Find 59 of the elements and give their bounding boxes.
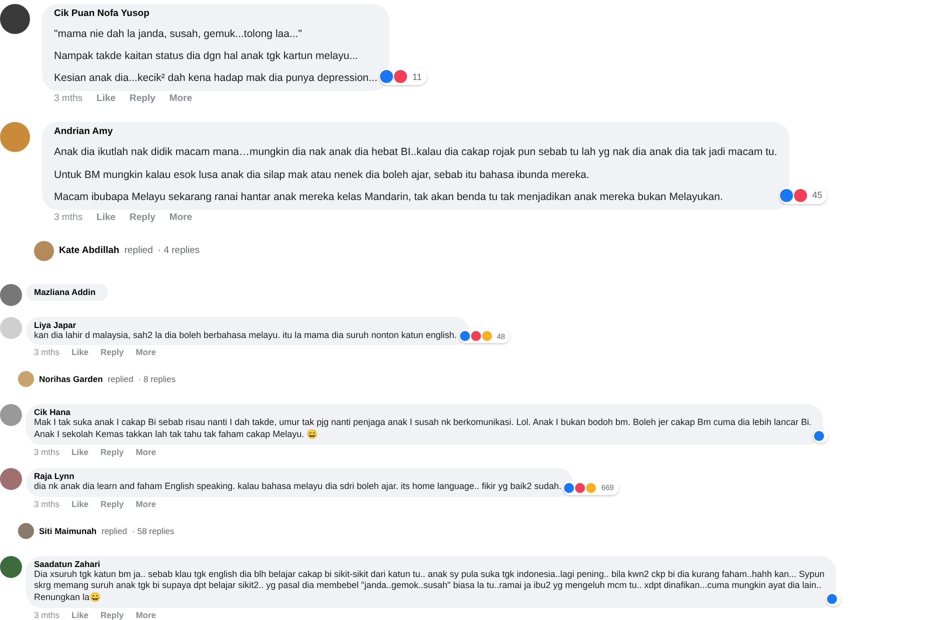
comment-text: Mak I tak suka anak I cakap Bi sebab risau nanti I dah takde, umur tak pjg nanti penjaga anak I susah nk berkomunikasi. Lol. Anak I bukan bodoh bm. Boleh jer cakap Bm cuma dia lebih lancar Bi. bbox=[34, 417, 812, 429]
comment-text: skrg memang suruh anak tgk bi supaya dpt belajar sikit2.. yg pasal dia membebel "janda..gemok..susah" biasa la tu..ramai ja ibu2 yg mengeluh mcm tu.. xdpt dinafikan...cuma mungkin ayat dia lain.. bbox=[34, 580, 822, 592]
comment-action-link[interactable]: Like bbox=[72, 446, 89, 457]
comment-action-link[interactable]: Like bbox=[96, 93, 116, 104]
replier-name[interactable]: Siti Maimunah bbox=[39, 526, 97, 536]
commenter-name[interactable]: Saadatun Zahari bbox=[34, 558, 824, 568]
comment-text: Anak dia ikutlah nak didik macam mana…mungkin dia nak anak dia hebat BI..kalau dia cakap rojak pun sebab tu lah yg nak dia anak dia tak jadi macam tu. bbox=[54, 146, 778, 160]
commenter-name[interactable]: Mazliana Addin bbox=[34, 286, 96, 297]
comment-action-link[interactable]: Reply bbox=[100, 498, 124, 508]
comment-action-link[interactable]: Like bbox=[72, 610, 89, 620]
comment-action-link[interactable]: More bbox=[136, 498, 156, 508]
commenter-name[interactable]: Liya Japar bbox=[34, 320, 457, 330]
comment-text: Untuk BM mungkin kalau esok lusa anak dia silap mak atau nenek dia boleh ajar, sebab itu bahasa ibunda mereka. bbox=[54, 168, 590, 182]
replied-label: replied bbox=[108, 374, 134, 384]
comment-text: Dia xsuruh tgk katun bm ja.. sebab klau tgk english dia blh belajar cakap bi sikit-sikit dari katun tu.. anak sy pula suka tgk indonesia..lagi pening.. bila kwn2 ckp bi dia kurang faham..hahh kan... Sypun bbox=[34, 568, 824, 580]
comment-action-link[interactable]: Like bbox=[72, 347, 89, 358]
avatar[interactable] bbox=[0, 4, 30, 34]
replier-name[interactable]: Norihas Garden bbox=[39, 374, 103, 384]
comment-action-link[interactable]: More bbox=[136, 610, 156, 620]
reaction-badge[interactable]: 45 bbox=[779, 186, 828, 204]
comment-time: 3 mths bbox=[34, 498, 60, 508]
avatar[interactable] bbox=[0, 556, 22, 578]
comment-time: 3 mths bbox=[54, 212, 83, 223]
comment-time: 3 mths bbox=[34, 347, 60, 358]
comment-action-link[interactable]: More bbox=[136, 347, 156, 358]
comment-action-link[interactable]: More bbox=[169, 212, 192, 223]
comment-text: "mama nie dah la janda, susah, gemuk...tolong laa..." bbox=[54, 28, 303, 42]
comment-text: Nampak takde kaitan status dia dgn hal anak tgk kartun melayu... bbox=[54, 50, 360, 64]
comment-text: Kesian anak dia...kecik² dah kena hadap mak dia punya depression... bbox=[54, 72, 378, 86]
comment-action-link[interactable]: Reply bbox=[130, 212, 156, 223]
comment-action-link[interactable]: Reply bbox=[100, 610, 124, 620]
commenter-name[interactable]: Andrian Amy bbox=[54, 126, 778, 138]
comment-time: 3 mths bbox=[34, 446, 60, 457]
comment-text: Macam ibubapa Melayu sekarang ranai hantar anak mereka kelas Mandarin, tak akan benda tu tak menjadikan anak mereka bukan Melayukan. bbox=[54, 190, 724, 204]
commenter-name[interactable]: Cik Puan Nofa Yusop bbox=[54, 8, 378, 19]
comment-action-link[interactable]: More bbox=[136, 446, 156, 457]
comment-action-link[interactable]: Like bbox=[72, 498, 89, 508]
comment-time: 3 mths bbox=[54, 93, 83, 104]
reaction-count: 45 bbox=[811, 190, 824, 200]
comment-text: Anak I sekolah Kemas takkan lah tak tahu tak faham cakap Melayu. 😄 bbox=[34, 429, 319, 441]
comment-text: dia nk anak dia learn and faham English speaking. kalau bahasa melayu dia sdri boleh ajar. its home language.. fikir yg baik2 sudah. bbox=[34, 480, 562, 492]
reply-count-link[interactable]: · 4 replies bbox=[158, 245, 200, 256]
reply-count-link[interactable]: · 58 replies bbox=[132, 526, 174, 536]
comment-action-link[interactable]: Like bbox=[96, 212, 116, 223]
reaction-badge[interactable]: 11 bbox=[379, 68, 427, 86]
comment-action-link[interactable]: Reply bbox=[100, 446, 124, 457]
comment-text: kan dia lahir d malaysia, sah2 la dia boleh berbahasa melayu. itu la mama dia suruh nonton katun english. bbox=[34, 330, 457, 342]
commenter-name[interactable]: Raja Lynn bbox=[34, 470, 562, 481]
comment-text: Renungkan la😄 bbox=[34, 592, 102, 604]
replied-label: replied bbox=[124, 245, 153, 256]
reaction-count: 11 bbox=[411, 72, 423, 82]
comment-action-link[interactable]: Reply bbox=[100, 347, 124, 358]
comment-time: 3 mths bbox=[34, 610, 60, 620]
comment-action-link[interactable]: More bbox=[169, 93, 192, 104]
reply-count-link[interactable]: · 8 replies bbox=[138, 374, 176, 384]
replier-name[interactable]: Kate Abdillah bbox=[59, 245, 120, 256]
commenter-name[interactable]: Cik Hana bbox=[34, 407, 812, 418]
replied-label: replied bbox=[102, 526, 128, 536]
comment-action-link[interactable]: Reply bbox=[130, 93, 156, 104]
